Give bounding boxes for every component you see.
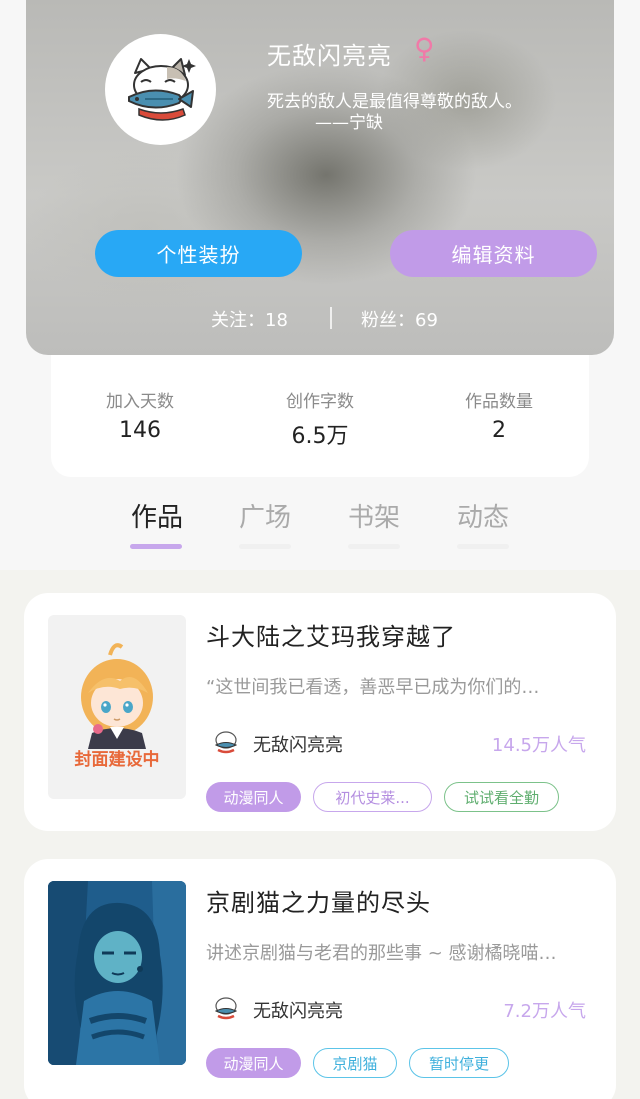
author-avatar-icon bbox=[214, 731, 238, 754]
profile-header: 无敌闪亮亮 ♀ 死去的敌人是最值得尊敬的敌人。 ——宁缺 个性装扮 编辑资料 关… bbox=[26, 0, 614, 355]
tag[interactable]: 初代史莱... bbox=[313, 782, 432, 812]
stat-value: 146 bbox=[119, 418, 161, 443]
tag[interactable]: 暂时停更 bbox=[409, 1048, 509, 1078]
tab-works-underline bbox=[130, 544, 182, 549]
stat-works-count: 作品数量 2 bbox=[429, 387, 569, 443]
personalize-button[interactable]: 个性装扮 bbox=[95, 230, 302, 277]
stat-label: 加入天数 bbox=[106, 392, 174, 412]
profile-avatar[interactable] bbox=[105, 34, 216, 145]
tag[interactable]: 动漫同人 bbox=[206, 782, 301, 812]
follow-stats: 关注：18 粉丝：69 bbox=[26, 306, 614, 332]
book-title[interactable]: 京剧猫之力量的尽头 bbox=[206, 883, 431, 918]
tab-activity[interactable]: 动态 bbox=[443, 497, 523, 534]
stat-label: 作品数量 bbox=[465, 392, 533, 412]
blue-figure-cover bbox=[48, 881, 186, 1065]
author-name: 无敌闪亮亮 bbox=[253, 1001, 343, 1022]
tab-bookshelf[interactable]: 书架 bbox=[334, 497, 414, 534]
popularity-count: 14.5万人气 bbox=[491, 735, 586, 756]
edit-profile-button[interactable]: 编辑资料 bbox=[390, 230, 597, 277]
book-description: “这世间我已看透，善恶早已成为你们的… bbox=[206, 677, 540, 698]
tag[interactable]: 动漫同人 bbox=[206, 1048, 301, 1078]
female-gender-icon: ♀ bbox=[414, 32, 435, 65]
profile-motto: 死去的敌人是最值得尊敬的敌人。 bbox=[267, 92, 522, 112]
svg-text:封面建设中: 封面建设中 bbox=[75, 749, 160, 770]
cat-with-fish-icon bbox=[127, 57, 196, 121]
tag[interactable]: 试试看全勤 bbox=[444, 782, 559, 812]
tag[interactable]: 京剧猫 bbox=[313, 1048, 397, 1078]
author-name: 无敌闪亮亮 bbox=[253, 735, 343, 756]
stat-value: 6.5万 bbox=[291, 424, 349, 449]
stat-join-days: 加入天数 146 bbox=[70, 387, 210, 443]
following-count[interactable]: 关注：18 bbox=[211, 306, 288, 332]
popularity-count: 7.2万人气 bbox=[503, 1001, 586, 1022]
book-description: 讲述京剧猫与老君的那些事 ~ 感谢橘晓喵… bbox=[206, 943, 557, 964]
book-author-row: 无敌闪亮亮 14.5万人气 bbox=[206, 729, 586, 756]
anime-girl-cover: 封面建设中 bbox=[75, 643, 160, 770]
book-cover[interactable] bbox=[48, 881, 186, 1065]
tab-square[interactable]: 广场 bbox=[225, 497, 305, 534]
stat-label: 创作字数 bbox=[286, 392, 354, 412]
book-author-row: 无敌闪亮亮 7.2万人气 bbox=[206, 995, 586, 1022]
tab-works[interactable]: 作品 bbox=[117, 497, 197, 534]
stat-value: 2 bbox=[492, 418, 506, 443]
tab-bookshelf-underline bbox=[348, 544, 400, 549]
tab-activity-underline bbox=[457, 544, 509, 549]
profile-tabs: 作品 广场 书架 动态 bbox=[0, 497, 640, 552]
stat-word-count: 创作字数 6.5万 bbox=[250, 387, 390, 450]
profile-motto-author: ——宁缺 bbox=[315, 113, 383, 133]
book-card[interactable]: 京剧猫之力量的尽头 讲述京剧猫与老君的那些事 ~ 感谢橘晓喵… 无敌闪亮亮 7.… bbox=[24, 859, 616, 1099]
follow-divider bbox=[330, 307, 332, 329]
author-avatar-icon bbox=[214, 997, 238, 1020]
book-title[interactable]: 斗大陆之艾玛我穿越了 bbox=[206, 617, 456, 652]
book-cover[interactable]: 封面建设中 bbox=[48, 615, 186, 799]
tab-square-underline bbox=[239, 544, 291, 549]
stats-card: 加入天数 146 创作字数 6.5万 作品数量 2 bbox=[51, 355, 589, 477]
profile-username: 无敌闪亮亮 bbox=[267, 42, 392, 70]
fans-count[interactable]: 粉丝：69 bbox=[361, 306, 438, 332]
book-card[interactable]: 封面建设中 斗大陆之艾玛我穿越了 “这世间我已看透，善恶早已成为你们的… 无敌闪… bbox=[24, 593, 616, 831]
